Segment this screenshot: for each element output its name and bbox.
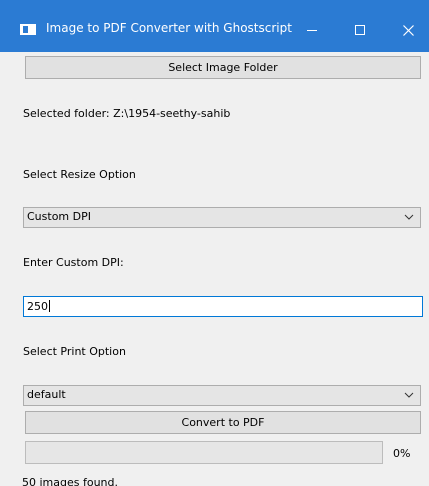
minimize-icon (307, 30, 317, 31)
select-image-folder-button[interactable]: Select Image Folder (25, 56, 421, 79)
print-option-value: default (27, 388, 66, 401)
maximize-button[interactable] (342, 16, 378, 44)
print-option-label: Select Print Option (23, 345, 126, 358)
chevron-down-icon (404, 392, 414, 398)
select-image-folder-label: Select Image Folder (168, 61, 278, 74)
title-bar[interactable]: Image to PDF Converter with Ghostscript (0, 0, 429, 52)
resize-option-dropdown[interactable]: Custom DPI (23, 207, 421, 228)
close-icon (403, 25, 414, 36)
maximize-icon (355, 25, 365, 35)
close-button[interactable] (390, 16, 426, 44)
chevron-down-icon (404, 214, 414, 220)
resize-option-label: Select Resize Option (23, 168, 136, 181)
app-window-icon (20, 24, 36, 35)
window-title: Image to PDF Converter with Ghostscript (46, 21, 292, 35)
custom-dpi-value: 250 (27, 300, 50, 313)
convert-to-pdf-button[interactable]: Convert to PDF (25, 411, 421, 434)
status-text: 50 images found. (22, 476, 119, 486)
print-option-dropdown[interactable]: default (23, 385, 421, 406)
convert-to-pdf-label: Convert to PDF (181, 416, 265, 429)
custom-dpi-input[interactable]: 250 (23, 296, 423, 317)
progress-percent-text: 0% (393, 447, 411, 460)
selected-folder-text: Selected folder: Z:\1954-seethy-sahib (23, 107, 231, 120)
custom-dpi-label: Enter Custom DPI: (23, 256, 124, 269)
app-window: Image to PDF Converter with Ghostscript … (0, 0, 429, 486)
conversion-progress-bar (25, 441, 383, 464)
resize-option-value: Custom DPI (27, 210, 91, 223)
minimize-button[interactable] (294, 16, 330, 44)
